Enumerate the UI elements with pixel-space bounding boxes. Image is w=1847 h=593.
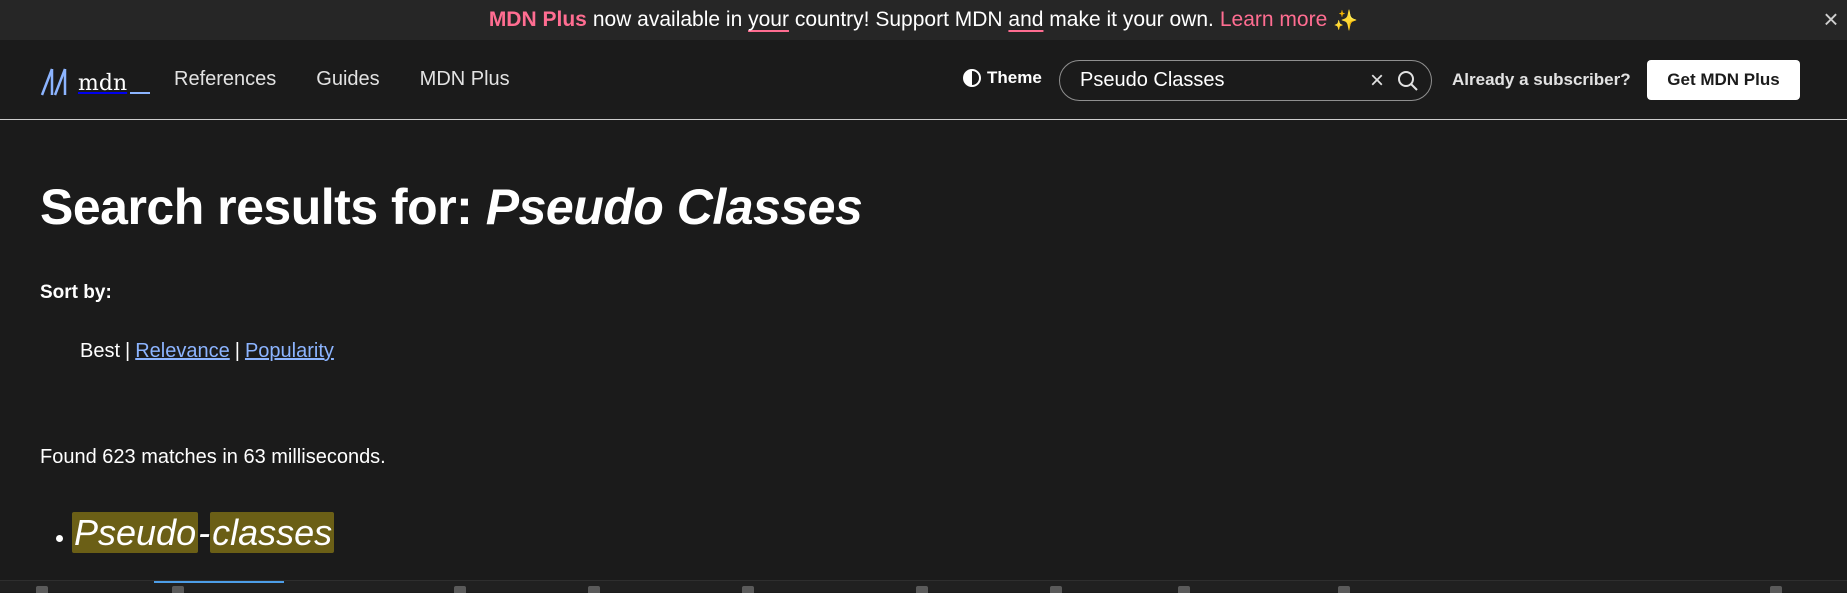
close-banner-button[interactable]: ×: [1819, 6, 1843, 32]
sort-best: Best: [80, 340, 121, 362]
highlight-match: Pseudo: [72, 512, 199, 553]
sort-popularity-link[interactable]: Popularity: [245, 340, 334, 362]
get-mdn-plus-button[interactable]: Get MDN Plus: [1647, 60, 1800, 100]
theme-toggle-button[interactable]: Theme: [963, 68, 1042, 88]
search-input[interactable]: [1080, 69, 1365, 92]
result-dash: -: [198, 512, 211, 553]
sort-separator: |: [125, 340, 131, 362]
active-app-indicator: [154, 581, 284, 583]
banner-text-your: your: [748, 8, 789, 31]
sort-relevance-link[interactable]: Relevance: [135, 340, 230, 362]
search-icon[interactable]: [1397, 70, 1419, 92]
results-count: Found 623 matches in 63 milliseconds.: [40, 446, 386, 468]
banner-text-mid: country! Support MDN: [794, 8, 1003, 31]
clear-search-icon[interactable]: ×: [1365, 68, 1389, 92]
banner-brand: MDN Plus: [488, 8, 587, 31]
site-header: mdn References Guides MDN Plus Theme × A…: [0, 40, 1847, 120]
mdn-logo-mark-icon: [40, 68, 67, 96]
banner-text-and: and: [1008, 8, 1044, 31]
page-title: Search results for: Pseudo Classes: [40, 178, 863, 236]
nav-references[interactable]: References: [174, 68, 276, 91]
theme-label: Theme: [987, 68, 1042, 87]
bullet-icon: [56, 534, 63, 542]
list-item: Pseudo-classes: [56, 512, 335, 554]
sparkle-icon: ✨: [1333, 9, 1359, 32]
title-query: Pseudo Classes: [485, 179, 863, 235]
sort-by-label: Sort by:: [40, 282, 112, 303]
logo-underscore: [130, 92, 151, 94]
learn-more-link[interactable]: Learn more: [1220, 8, 1327, 32]
mdn-logo[interactable]: mdn: [40, 66, 151, 96]
nav-mdn-plus[interactable]: MDN Plus: [420, 68, 510, 91]
logo-text: mdn: [78, 71, 128, 96]
search-box: ×: [1059, 60, 1432, 101]
result-link[interactable]: Pseudo-classes: [72, 512, 335, 554]
nav-guides[interactable]: Guides: [316, 68, 379, 91]
theme-contrast-icon: [963, 69, 981, 87]
sort-separator: |: [234, 340, 240, 362]
highlight-match: classes: [210, 512, 335, 553]
sort-options: Best | Relevance | Popularity: [80, 340, 334, 363]
announcement-banner: MDN Plus now available in your country! …: [0, 0, 1847, 40]
banner-text-post: make it your own.: [1049, 8, 1214, 31]
already-subscriber-link[interactable]: Already a subscriber?: [1452, 70, 1631, 90]
title-prefix: Search results for:: [40, 179, 473, 235]
taskbar: [0, 580, 1847, 593]
main-nav: References Guides MDN Plus: [174, 68, 510, 91]
banner-text-pre: now available in: [592, 8, 743, 31]
